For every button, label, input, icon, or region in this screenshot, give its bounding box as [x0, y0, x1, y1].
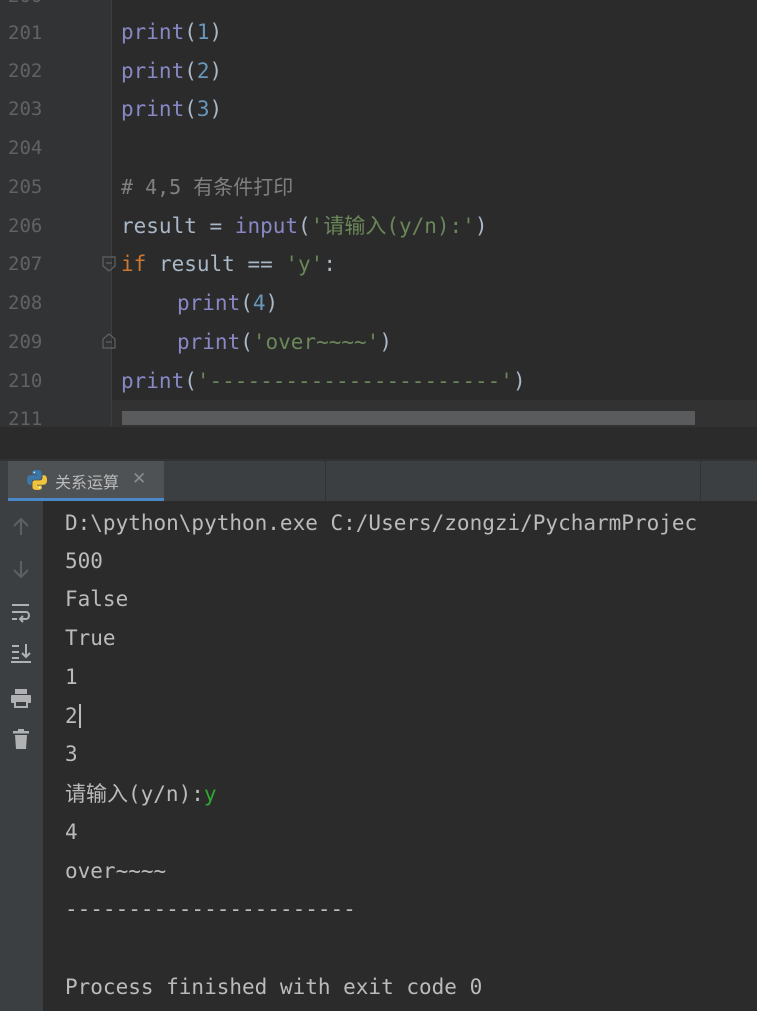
- code-line-202[interactable]: print(2): [121, 59, 222, 83]
- line-number: 210: [8, 370, 43, 392]
- line-number: 205: [8, 176, 43, 198]
- code-token: ): [209, 97, 223, 121]
- python-icon: [27, 470, 47, 490]
- code-token: (: [184, 97, 197, 121]
- code-token: ): [209, 20, 223, 44]
- code-line-205[interactable]: # 4,5 有条件打印: [121, 175, 293, 199]
- fold-start-icon[interactable]: [102, 256, 116, 272]
- code-token: print: [121, 369, 185, 393]
- console-line: 2: [65, 704, 81, 728]
- scroll-to-end-icon[interactable]: [9, 641, 33, 665]
- soft-wrap-icon[interactable]: [9, 600, 33, 624]
- code-token: if: [121, 252, 147, 276]
- tab-separator: [325, 461, 326, 501]
- code-token: ): [265, 291, 279, 315]
- code-line-208[interactable]: print(4): [177, 291, 278, 315]
- code-token: 'y': [285, 252, 324, 276]
- console-line: over~~~~: [65, 859, 167, 883]
- code-token: (: [184, 59, 197, 83]
- code-token: ): [209, 59, 223, 83]
- fold-end-icon[interactable]: [102, 333, 116, 349]
- console-line: Process finished with exit code 0: [65, 975, 483, 999]
- code-token: result =: [121, 214, 235, 238]
- gutter-divider: [111, 0, 112, 426]
- code-token: (: [240, 330, 253, 354]
- console-line: 1: [65, 665, 78, 689]
- code-token: ): [512, 369, 526, 393]
- code-token: 2: [196, 59, 210, 83]
- line-number: 206: [8, 215, 43, 237]
- code-token: input: [234, 214, 299, 238]
- code-token: print: [121, 20, 185, 44]
- code-token: ): [474, 214, 488, 238]
- line-number: 208: [8, 292, 43, 314]
- code-line-206[interactable]: result = input('请输入(y/n):'): [121, 214, 487, 238]
- arrow-up-icon[interactable]: [9, 515, 33, 539]
- code-token: (: [184, 369, 197, 393]
- close-icon[interactable]: ✕: [132, 469, 146, 489]
- tab-separator: [700, 461, 701, 501]
- code-line-203[interactable]: print(3): [121, 97, 222, 121]
- code-token: 3: [196, 97, 210, 121]
- code-token: print: [121, 97, 185, 121]
- console-toolbar: [0, 501, 43, 1011]
- print-icon[interactable]: [9, 686, 33, 710]
- input-prompt: 请输入(y/n):: [65, 782, 204, 806]
- code-token: ): [379, 330, 392, 354]
- editor-bottom-strip: [0, 426, 757, 461]
- code-token: result ==: [146, 252, 286, 276]
- code-token: 4: [252, 291, 266, 315]
- code-token: print: [177, 330, 241, 354]
- arrow-down-icon[interactable]: [9, 557, 33, 581]
- line-number: 209: [8, 331, 43, 353]
- console-line: 请输入(y/n):y: [65, 782, 217, 806]
- horizontal-scrollbar-thumb[interactable]: [122, 411, 695, 425]
- code-line-209[interactable]: print('over~~~~'): [177, 330, 392, 354]
- console-line: 4: [65, 820, 78, 844]
- run-console-output[interactable]: D:\python\python.exe C:/Users/zongzi/Pyc…: [43, 501, 757, 1011]
- line-number: 202: [8, 60, 43, 82]
- code-token: (: [184, 20, 197, 44]
- run-tab-bar: 关系运算 ✕: [0, 461, 757, 502]
- console-line-text: 2: [65, 704, 78, 728]
- console-line: False: [65, 587, 129, 611]
- console-line: D:\python\python.exe C:/Users/zongzi/Pyc…: [65, 511, 698, 535]
- console-line: 3: [65, 742, 78, 766]
- code-token: '-----------------------': [196, 369, 513, 393]
- code-line-210[interactable]: print('-----------------------'): [121, 369, 526, 393]
- code-line-201[interactable]: print(1): [121, 20, 222, 44]
- line-number: 207: [8, 253, 43, 275]
- code-token: (: [298, 214, 311, 238]
- console-line: True: [65, 626, 116, 650]
- line-number: 200: [8, 0, 48, 6]
- code-token: :: [323, 252, 336, 276]
- user-input-echo: y: [203, 782, 217, 806]
- code-token: print: [121, 59, 185, 83]
- line-number: 203: [8, 98, 43, 120]
- line-number: 211: [8, 408, 43, 426]
- code-token: '请输入(y/n):': [310, 214, 475, 238]
- line-number: 201: [8, 22, 43, 44]
- console-line: -----------------------: [65, 897, 356, 921]
- code-editor[interactable]: 200 201 202 203 204 205 206 207 208 209 …: [0, 0, 757, 426]
- text-caret: [78, 704, 81, 728]
- code-token: (: [240, 291, 253, 315]
- code-token: 'over~~~~': [252, 330, 380, 354]
- code-token: 1: [196, 20, 210, 44]
- console-line: 500: [65, 549, 103, 573]
- code-line-207[interactable]: if result == 'y':: [121, 252, 336, 276]
- tab-label: 关系运算: [55, 473, 120, 492]
- line-number-gutter: 200 201 202 203 204 205 206 207 208 209 …: [0, 0, 111, 426]
- line-number: 204: [8, 137, 43, 159]
- code-token: print: [177, 291, 241, 315]
- trash-icon[interactable]: [9, 727, 33, 751]
